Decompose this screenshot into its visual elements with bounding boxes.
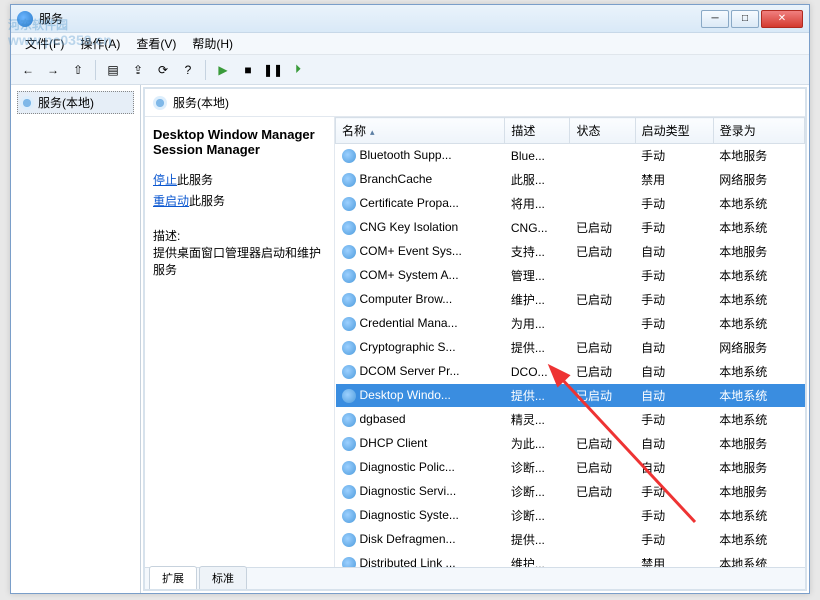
- start-service-button[interactable]: ▶: [212, 59, 234, 81]
- service-icon: [342, 365, 356, 379]
- tree-root-services[interactable]: 服务(本地): [17, 91, 134, 114]
- service-icon: [342, 149, 356, 163]
- stop-service-button[interactable]: ■: [237, 59, 259, 81]
- properties-button[interactable]: ▤: [102, 59, 124, 81]
- table-row[interactable]: dgbased精灵...手动本地系统: [336, 408, 805, 432]
- window-title: 服务: [39, 10, 701, 27]
- back-icon: ←: [22, 63, 34, 77]
- tab-standard[interactable]: 标准: [199, 566, 247, 589]
- pause-service-button[interactable]: ❚❚: [262, 59, 284, 81]
- help-icon: ?: [185, 63, 192, 77]
- table-row[interactable]: Bluetooth Supp...Blue...手动本地服务: [336, 144, 805, 168]
- play-icon: ▶: [218, 63, 227, 77]
- table-row[interactable]: Diagnostic Servi...诊断...已启动手动本地服务: [336, 480, 805, 504]
- service-icon: [342, 413, 356, 427]
- table-row[interactable]: Credential Mana...为用...手动本地系统: [336, 312, 805, 336]
- service-list[interactable]: 名称 描述 状态 启动类型 登录为 Bluetooth Supp...Blue.…: [335, 117, 805, 567]
- titlebar[interactable]: 服务 ─ □ ✕: [11, 5, 809, 33]
- menubar: 文件(F) 操作(A) 查看(V) 帮助(H): [11, 33, 809, 55]
- services-window: 服务 ─ □ ✕ 文件(F) 操作(A) 查看(V) 帮助(H) ← → ⇧ ▤…: [10, 4, 810, 594]
- service-icon: [342, 173, 356, 187]
- gear-icon: [153, 96, 167, 110]
- table-row[interactable]: DCOM Server Pr...DCO...已启动自动本地系统: [336, 360, 805, 384]
- toolbar-separator: [205, 60, 206, 80]
- app-icon: [17, 11, 33, 27]
- table-row[interactable]: CNG Key IsolationCNG...已启动手动本地系统: [336, 216, 805, 240]
- forward-icon: →: [47, 63, 59, 77]
- service-icon: [342, 533, 356, 547]
- detail-pane: Desktop Window Manager Session Manager 停…: [145, 117, 335, 567]
- export-button[interactable]: ⇪: [127, 59, 149, 81]
- help-button[interactable]: ?: [177, 59, 199, 81]
- service-icon: [342, 341, 356, 355]
- menu-help[interactable]: 帮助(H): [184, 33, 241, 54]
- table-row[interactable]: BranchCache此服...禁用网络服务: [336, 168, 805, 192]
- table-row[interactable]: Computer Brow...维护...已启动手动本地系统: [336, 288, 805, 312]
- service-icon: [342, 269, 356, 283]
- export-icon: ⇪: [133, 63, 143, 77]
- stop-link[interactable]: 停止: [153, 173, 177, 187]
- service-icon: [342, 509, 356, 523]
- right-pane: 服务(本地) Desktop Window Manager Session Ma…: [143, 87, 807, 591]
- table-row[interactable]: COM+ Event Sys...支持...已启动自动本地服务: [336, 240, 805, 264]
- table-row[interactable]: Certificate Propa...将用...手动本地系统: [336, 192, 805, 216]
- up-button[interactable]: ⇧: [67, 59, 89, 81]
- table-row[interactable]: DHCP Client为此...已启动自动本地服务: [336, 432, 805, 456]
- panel-header: 服务(本地): [145, 89, 805, 117]
- restart-icon: ⏵: [295, 62, 301, 77]
- view-tabs: 扩展 标准: [145, 567, 805, 589]
- service-icon: [342, 437, 356, 451]
- gear-icon: [20, 96, 34, 110]
- menu-view[interactable]: 查看(V): [128, 33, 184, 54]
- desc-text: 提供桌面窗口管理器启动和维护服务: [153, 244, 326, 278]
- service-icon: [342, 389, 356, 403]
- table-row[interactable]: Distributed Link ...维护...禁用本地系统: [336, 552, 805, 568]
- col-status[interactable]: 状态: [570, 118, 635, 144]
- table-row[interactable]: Diagnostic Polic...诊断...已启动自动本地服务: [336, 456, 805, 480]
- maximize-button[interactable]: □: [731, 10, 759, 28]
- close-button[interactable]: ✕: [761, 10, 803, 28]
- col-startup[interactable]: 启动类型: [635, 118, 713, 144]
- table-row[interactable]: Cryptographic S...提供...已启动自动网络服务: [336, 336, 805, 360]
- service-icon: [342, 245, 356, 259]
- minimize-button[interactable]: ─: [701, 10, 729, 28]
- service-icon: [342, 317, 356, 331]
- service-icon: [342, 461, 356, 475]
- table-row[interactable]: COM+ System A...管理...手动本地系统: [336, 264, 805, 288]
- service-icon: [342, 197, 356, 211]
- restart-link[interactable]: 重启动: [153, 194, 189, 208]
- pause-icon: ❚❚: [263, 63, 283, 77]
- col-name[interactable]: 名称: [336, 118, 505, 144]
- up-icon: ⇧: [73, 63, 83, 77]
- service-icon: [342, 557, 356, 567]
- refresh-icon: ⟳: [158, 63, 168, 77]
- toolbar: ← → ⇧ ▤ ⇪ ⟳ ? ▶ ■ ❚❚ ⏵: [11, 55, 809, 85]
- service-icon: [342, 485, 356, 499]
- stop-icon: ■: [244, 63, 251, 77]
- tree-label: 服务(本地): [38, 94, 94, 111]
- service-icon: [342, 221, 356, 235]
- forward-button[interactable]: →: [42, 59, 64, 81]
- tab-extended[interactable]: 扩展: [149, 566, 197, 589]
- menu-file[interactable]: 文件(F): [17, 33, 72, 54]
- table-row[interactable]: Disk Defragmen...提供...手动本地系统: [336, 528, 805, 552]
- toolbar-separator: [95, 60, 96, 80]
- col-desc[interactable]: 描述: [505, 118, 570, 144]
- restart-service-button[interactable]: ⏵: [287, 59, 309, 81]
- table-row[interactable]: Diagnostic Syste...诊断...手动本地系统: [336, 504, 805, 528]
- menu-action[interactable]: 操作(A): [72, 33, 128, 54]
- table-row[interactable]: Desktop Windo...提供...已启动自动本地系统: [336, 384, 805, 408]
- tree-pane: 服务(本地): [11, 85, 141, 593]
- selected-service-name: Desktop Window Manager Session Manager: [153, 127, 326, 157]
- panel-title: 服务(本地): [173, 94, 229, 111]
- back-button[interactable]: ←: [17, 59, 39, 81]
- desc-label: 描述:: [153, 227, 326, 244]
- refresh-button[interactable]: ⟳: [152, 59, 174, 81]
- properties-icon: ▤: [107, 63, 118, 77]
- col-logon[interactable]: 登录为: [713, 118, 804, 144]
- service-icon: [342, 293, 356, 307]
